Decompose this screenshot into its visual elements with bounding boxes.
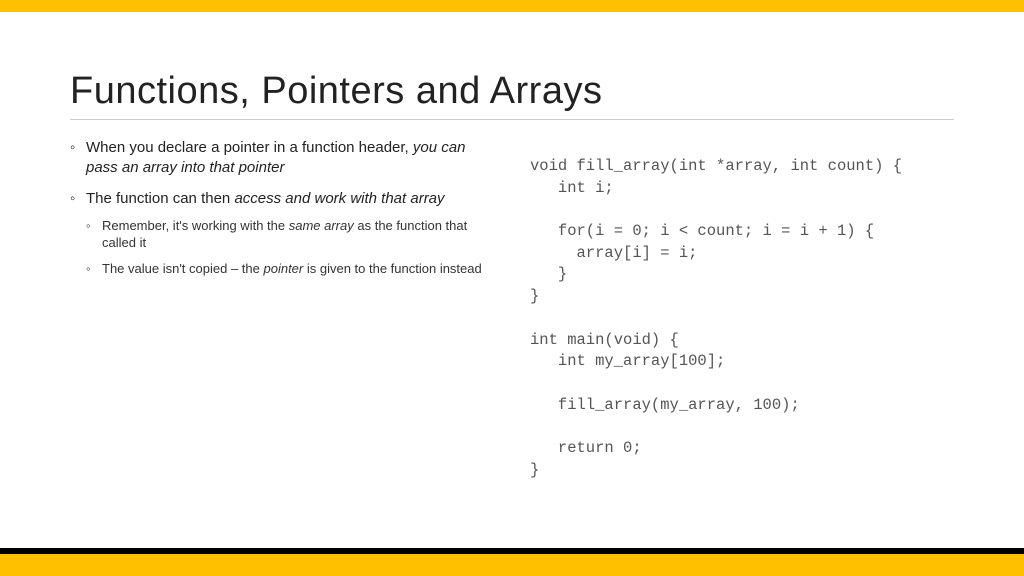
slide-title: Functions, Pointers and Arrays	[70, 70, 954, 120]
bullet-column: When you declare a pointer in a function…	[70, 138, 500, 481]
bullet-text: The function can then	[86, 190, 234, 207]
bullet-text-italic: pointer	[263, 261, 303, 276]
two-column-layout: When you declare a pointer in a function…	[70, 138, 954, 481]
bottom-bar-gold	[0, 554, 1024, 576]
list-item: Remember, it's working with the same arr…	[86, 217, 500, 252]
bullet-text: is given to the function instead	[303, 261, 482, 276]
code-block: void fill_array(int *array, int count) {…	[530, 138, 954, 481]
bottom-accent-bars	[0, 548, 1024, 576]
bullet-list: When you declare a pointer in a function…	[70, 138, 500, 277]
list-item: When you declare a pointer in a function…	[70, 138, 500, 179]
slide-content: Functions, Pointers and Arrays When you …	[70, 70, 954, 481]
list-item: The value isn't copied – the pointer is …	[86, 260, 500, 278]
bullet-text: Remember, it's working with the	[102, 218, 289, 233]
bullet-text-italic: same array	[289, 218, 354, 233]
bullet-text-italic: access and work with that array	[234, 190, 444, 207]
list-item: The function can then access and work wi…	[70, 189, 500, 278]
top-accent-bar	[0, 0, 1024, 12]
bullet-text: The value isn't copied – the	[102, 261, 263, 276]
bullet-text: When you declare a pointer in a function…	[86, 139, 413, 156]
sub-bullet-list: Remember, it's working with the same arr…	[86, 217, 500, 278]
